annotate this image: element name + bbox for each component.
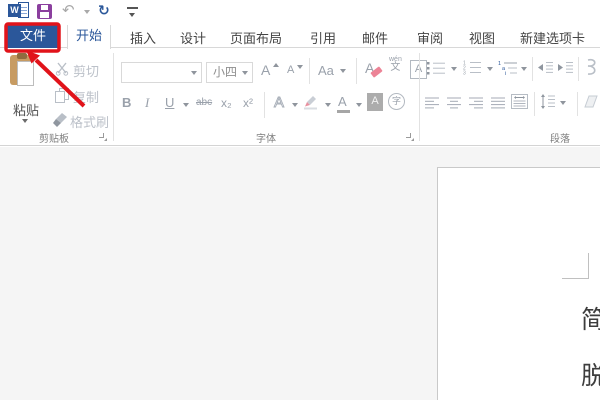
multilevel-caret[interactable] [521, 67, 527, 71]
distributed-button[interactable] [511, 94, 528, 114]
enclose-characters-button[interactable]: 字 [388, 93, 405, 110]
bullets-button[interactable] [426, 61, 446, 80]
paste-label[interactable]: 粘贴 [6, 100, 46, 119]
font-color-caret[interactable] [356, 103, 362, 107]
justify-button[interactable] [491, 96, 506, 114]
multilevel-list-button[interactable]: 1 a i [497, 60, 519, 80]
tab-references[interactable]: 引用 [310, 28, 336, 47]
margin-crop-mark-vertical [588, 253, 589, 279]
word-logo-letter: W [8, 4, 21, 17]
font-size-combo[interactable]: 小四 [206, 62, 253, 83]
cut-label[interactable]: 剪切 [73, 61, 99, 80]
font-group-label: 字体 [256, 134, 276, 145]
undo-icon[interactable]: ↶ [62, 3, 75, 18]
numbering-caret[interactable] [487, 67, 493, 71]
paste-button[interactable] [10, 53, 34, 86]
shading-button[interactable] [584, 95, 600, 115]
numbering-icon: 1 2 3 [463, 61, 481, 77]
decrease-indent-button[interactable] [537, 61, 554, 79]
save-button[interactable] [37, 4, 52, 19]
character-shading-button[interactable]: A [367, 93, 383, 111]
highlight-caret[interactable] [325, 103, 331, 107]
format-painter-label[interactable]: 格式刷 [70, 112, 109, 131]
align-center-button[interactable] [447, 96, 462, 114]
redo-icon[interactable]: ↻ [98, 3, 110, 18]
clear-format-button[interactable]: A [365, 60, 385, 82]
tab-home[interactable]: 开始 [67, 25, 111, 49]
svg-text:3: 3 [463, 71, 466, 76]
clipboard-group-label: 剪贴板 [39, 134, 69, 145]
text-effects-caret[interactable] [292, 103, 298, 107]
clipboard-dialog-launcher[interactable] [99, 133, 107, 141]
numbering-button[interactable]: 1 2 3 [462, 60, 482, 80]
ribbon-tab-bar: 文件 开始 插入 设计 页面布局 引用 邮件 审阅 视图 新建选项卡 [0, 22, 600, 49]
tab-design[interactable]: 设计 [180, 28, 206, 47]
bullets-icon [427, 62, 445, 75]
undo-dropdown-caret[interactable] [84, 10, 90, 14]
highlight-color-button[interactable] [303, 94, 320, 115]
grow-font-button[interactable]: A [261, 62, 279, 78]
align-left-button[interactable] [425, 96, 440, 114]
text-effects-button[interactable]: A [274, 94, 285, 112]
ribbon: 粘贴 剪切 复制 格式刷 剪贴板 小四 A A Aa A wén 文 B I U… [0, 48, 600, 146]
svg-text:i: i [505, 71, 506, 75]
tab-mailings[interactable]: 邮件 [362, 28, 388, 47]
tab-page-layout[interactable]: 页面布局 [230, 28, 282, 47]
increase-indent-button[interactable] [557, 61, 574, 79]
svg-text:1: 1 [498, 61, 501, 67]
underline-caret[interactable] [183, 103, 189, 107]
align-right-button[interactable] [469, 96, 484, 114]
tab-view[interactable]: 视图 [469, 28, 495, 47]
subscript-button[interactable]: x₂ [221, 96, 232, 110]
underline-button[interactable]: U [165, 95, 174, 110]
line-spacing-icon [541, 94, 555, 109]
font-name-combo[interactable] [121, 62, 202, 83]
margin-crop-mark-horizontal [562, 278, 589, 279]
font-size-value: 小四 [213, 65, 238, 79]
paragraph-group-label: 段落 [550, 134, 570, 145]
font-dialog-launcher[interactable] [406, 133, 414, 141]
sort-button[interactable] [585, 58, 600, 81]
line-spacing-caret[interactable] [560, 101, 566, 105]
change-case-button[interactable]: Aa [318, 63, 346, 78]
sort-icon [587, 58, 596, 75]
align-left-icon [425, 97, 439, 109]
tab-insert[interactable]: 插入 [130, 28, 156, 47]
group-divider [113, 53, 114, 141]
font-color-bar [337, 110, 350, 113]
paste-dropdown-caret[interactable] [22, 119, 28, 123]
tab-new-tab[interactable]: 新建选项卡 [520, 28, 585, 47]
copy-label[interactable]: 复制 [73, 87, 99, 106]
multilevel-list-icon: 1 a i [498, 61, 517, 77]
document-text-partial: 脱 [581, 363, 600, 390]
copy-icon[interactable] [55, 88, 69, 108]
font-color-button[interactable]: A [338, 94, 347, 109]
word-window: W ↶ ↻ 文件 开始 插入 设计 页面布局 引用 邮件 审阅 视图 新建选项卡… [0, 0, 600, 400]
line-spacing-button[interactable] [540, 94, 556, 114]
justify-icon [491, 97, 505, 109]
word-app-icon[interactable]: W [8, 2, 30, 19]
tab-file[interactable]: 文件 [6, 25, 60, 48]
phonetic-guide-button[interactable]: wén 文 [389, 56, 402, 73]
cut-icon[interactable] [55, 62, 69, 81]
document-text-partial: 简 [581, 307, 600, 334]
paste-clipboard-icon [10, 53, 34, 86]
shrink-font-button[interactable]: A [287, 64, 303, 76]
distributed-icon [511, 94, 528, 109]
align-right-icon [469, 97, 483, 109]
increase-indent-icon [558, 62, 573, 73]
bullets-caret[interactable] [451, 67, 457, 71]
tab-review[interactable]: 审阅 [417, 28, 443, 47]
group-divider [419, 53, 420, 141]
bold-button[interactable]: B [122, 95, 131, 110]
customize-qat-caret-icon[interactable] [127, 7, 138, 17]
highlight-pen-icon [304, 96, 317, 110]
italic-button[interactable]: I [145, 95, 149, 111]
superscript-button[interactable]: x² [243, 96, 253, 110]
strikethrough-button[interactable]: abc [196, 97, 212, 108]
decrease-indent-icon [538, 62, 553, 73]
align-center-icon [447, 97, 461, 109]
document-page[interactable] [437, 167, 600, 400]
shading-icon [584, 95, 598, 108]
